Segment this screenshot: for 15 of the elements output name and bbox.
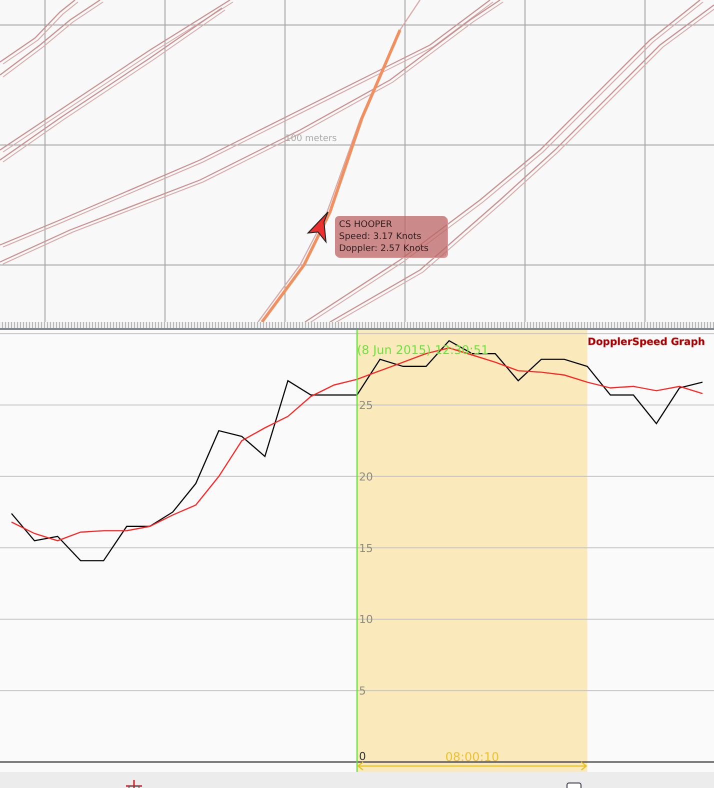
scale-label: 100 meters [285,134,337,144]
axis-label: 15 [359,542,373,555]
tooltip-text: Speed: 3.17 Knots [339,231,422,243]
axis-label: 25 [359,399,373,412]
axis-label: 10 [359,613,373,626]
span-label: 08:00:10 [445,750,500,764]
axis-label: 20 [359,470,373,484]
splitter-handle[interactable] [0,322,714,330]
vessel-icon[interactable] [306,212,328,244]
axis-label: 0 [359,750,366,763]
axis-label: 5 [359,684,366,698]
plus-icon[interactable] [126,780,142,788]
tooltip-text: Doppler: 2.57 Knots [339,243,430,255]
tooltip-text: CS HOOPER [339,219,394,231]
graph-title: DopplerSpeed Graph [588,337,705,348]
